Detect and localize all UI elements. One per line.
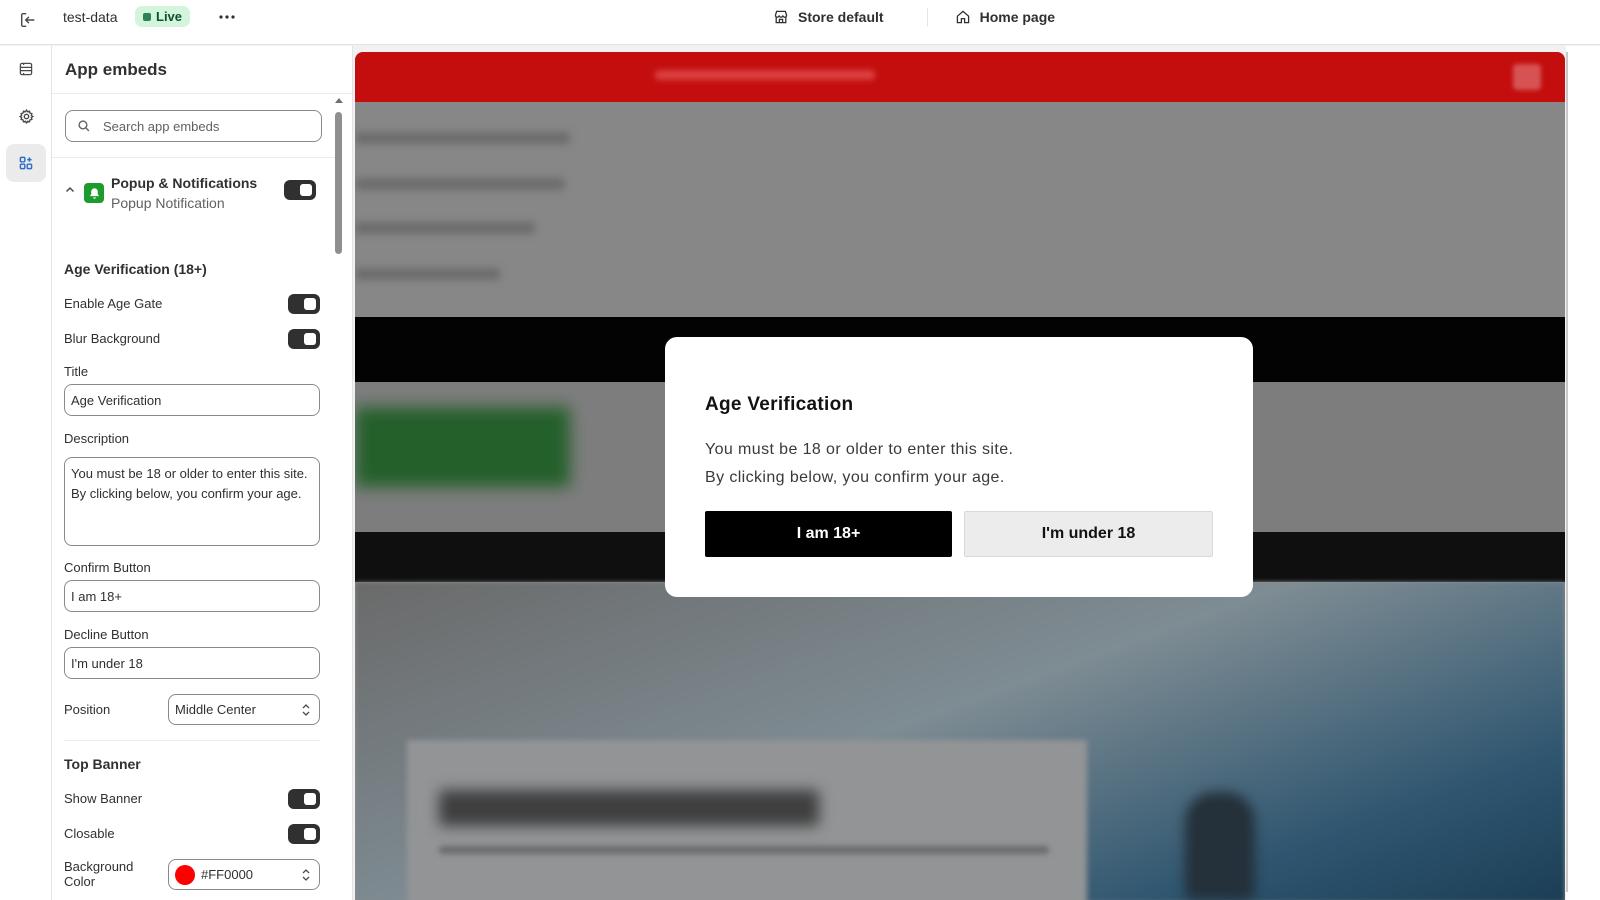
closable-label: Closable — [64, 826, 115, 841]
decline-age-button[interactable]: I'm under 18 — [964, 511, 1213, 557]
app-embeds-icon — [19, 156, 33, 170]
modal-description: You must be 18 or older to enter this si… — [705, 441, 1014, 486]
scrollbar-thumb[interactable] — [335, 112, 342, 254]
top-banner-heading: Top Banner — [64, 756, 141, 772]
search-divider — [52, 157, 342, 158]
age-verification-heading: Age Verification (18+) — [64, 261, 207, 277]
scroll-up-arrow-icon[interactable] — [335, 98, 343, 103]
confirm-button-label: Confirm Button — [64, 560, 151, 575]
preview-scrollbar[interactable] — [1566, 46, 1600, 900]
modal-title: Age Verification — [705, 394, 854, 415]
top-bar: test-data Live Store default Home page — [0, 0, 1600, 45]
search-box — [65, 110, 322, 142]
age-verification-modal: Age Verification You must be 18 or older… — [665, 337, 1253, 597]
enable-age-gate-label: Enable Age Gate — [64, 296, 163, 311]
top-center-controls: Store default Home page — [773, 7, 1055, 27]
sections-nav-button[interactable] — [6, 50, 46, 88]
background-color-picker[interactable]: #FF0000 — [168, 859, 320, 890]
embed-enable-toggle[interactable] — [284, 180, 316, 200]
description-label: Description — [64, 431, 130, 446]
app-embeds-nav-button[interactable] — [6, 144, 46, 182]
embed-name: Popup & Notifications — [111, 175, 258, 191]
show-banner-label: Show Banner — [64, 791, 143, 806]
show-banner-toggle[interactable] — [288, 789, 320, 809]
enable-age-gate-toggle[interactable] — [288, 294, 320, 314]
select-arrows-icon — [302, 869, 310, 881]
confirm-button-field[interactable] — [64, 580, 320, 612]
blur-background-label: Blur Background — [64, 331, 161, 346]
search-input[interactable] — [103, 118, 303, 134]
preview-hero-text-blur — [439, 846, 1049, 854]
section-divider — [64, 740, 320, 741]
select-arrows-icon — [302, 704, 310, 716]
closable-toggle[interactable] — [288, 824, 320, 844]
description-field[interactable]: You must be 18 or older to enter this si… — [64, 457, 320, 546]
more-actions-button[interactable] — [213, 6, 241, 28]
preview-scrollbar-thumb[interactable] — [1566, 52, 1568, 892]
theme-settings-nav-button[interactable] — [6, 97, 46, 135]
search-icon — [78, 120, 90, 132]
preview-blur-line — [355, 268, 500, 280]
preview-banner-close-blur — [1513, 64, 1541, 90]
app-embeds-panel: App embeds Popup & Notifications Popup N… — [52, 46, 353, 900]
home-icon — [956, 10, 969, 24]
title-label: Title — [64, 364, 89, 379]
preview-figure-blur — [1185, 792, 1255, 900]
page-selector[interactable]: Home page — [955, 9, 1055, 25]
panel-header-divider — [52, 93, 352, 94]
preview-logo-blur — [355, 407, 570, 487]
position-select-value: Middle Center — [175, 702, 256, 717]
preview-banner-text-blur — [655, 70, 875, 80]
position-label: Position — [64, 702, 111, 717]
gear-icon — [18, 108, 34, 124]
status-badge-label: Live — [156, 9, 183, 24]
color-swatch — [175, 864, 195, 885]
blur-background-toggle[interactable] — [288, 329, 320, 349]
background-color-value: #FF0000 — [201, 867, 254, 882]
background-color-label: Background Color — [64, 859, 134, 889]
theme-selector-label: Store default — [798, 9, 884, 25]
preview-blur-line — [355, 132, 570, 144]
exit-button[interactable] — [16, 8, 40, 32]
preview-announcement-area — [355, 102, 1565, 317]
chevron-up-icon[interactable] — [64, 184, 76, 196]
preview-blur-line — [355, 178, 565, 190]
theme-selector[interactable]: Store default — [773, 9, 884, 25]
embed-subtitle: Popup Notification — [111, 195, 225, 211]
confirm-age-button[interactable]: I am 18+ — [705, 511, 952, 557]
live-dot-icon — [143, 12, 151, 21]
bell-icon — [89, 187, 99, 199]
store-name: test-data — [63, 9, 118, 25]
position-select[interactable]: Middle Center — [168, 694, 320, 725]
top-divider — [926, 8, 928, 26]
more-icon — [219, 15, 235, 19]
editor-nav-rail — [0, 46, 52, 900]
embed-item-popup-notifications: Popup & Notifications Popup Notification — [64, 174, 334, 214]
preview-hero-title-blur — [439, 790, 819, 826]
title-field[interactable] — [64, 384, 320, 416]
panel-title: App embeds — [65, 60, 168, 79]
decline-button-label: Decline Button — [64, 627, 149, 642]
store-icon — [774, 10, 788, 24]
popup-app-icon — [84, 183, 104, 203]
exit-icon — [20, 12, 35, 28]
page-selector-label: Home page — [979, 9, 1056, 25]
preview-top-banner — [355, 52, 1565, 102]
status-badge: Live — [135, 6, 191, 27]
panel-scrollbar[interactable] — [332, 94, 348, 900]
decline-button-field[interactable] — [64, 647, 320, 679]
preview-blur-line — [355, 222, 535, 234]
sections-icon — [19, 62, 33, 76]
